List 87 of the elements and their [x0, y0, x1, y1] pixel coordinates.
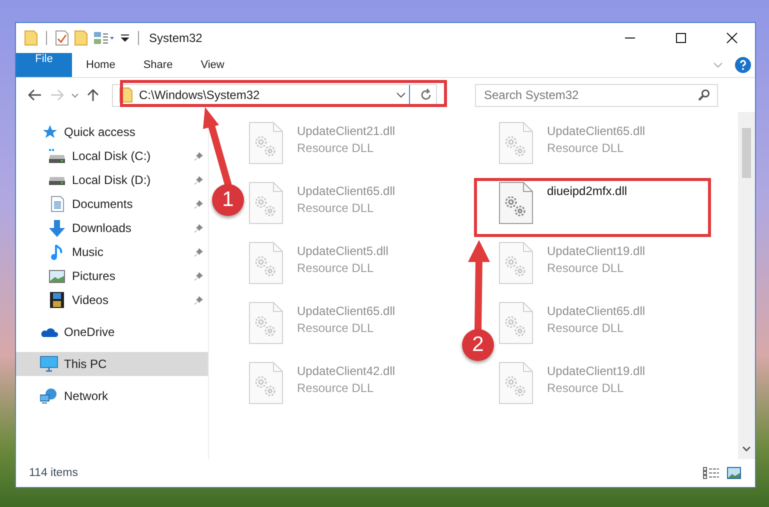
pin-icon[interactable] [194, 271, 204, 281]
dll-file-icon [249, 182, 283, 224]
file-type: Resource DLL [297, 261, 375, 275]
nav-item[interactable]: Videos [16, 288, 208, 312]
hard-drive-icon [48, 175, 66, 185]
file-menu-button[interactable]: File [16, 53, 72, 77]
search-field[interactable]: Search System32 [475, 84, 718, 106]
nav-item-label: Music [72, 245, 104, 259]
item-count: 114 items [29, 467, 78, 479]
details-view-icon[interactable] [703, 467, 719, 479]
large-icons-view-icon[interactable] [727, 467, 741, 479]
file-type: Resource DLL [547, 381, 625, 395]
nav-item[interactable]: Network [16, 384, 208, 408]
pin-icon[interactable] [194, 247, 204, 257]
file-type: Resource DLL [547, 321, 625, 335]
nav-item[interactable]: Downloads [16, 216, 208, 240]
ribbon-tab[interactable]: Share [129, 53, 187, 77]
dll-file-icon [499, 302, 533, 344]
file-name: UpdateClient19.dll [547, 244, 646, 258]
nav-item[interactable]: Local Disk (D:) [16, 168, 208, 192]
scrollbar[interactable] [738, 112, 755, 459]
pin-icon[interactable] [194, 151, 204, 161]
customize-toolbar-icon[interactable] [120, 33, 130, 43]
cloud-icon [40, 326, 58, 338]
file-name: UpdateClient5.dll [297, 244, 388, 258]
nav-item-label: Local Disk (C:) [72, 149, 151, 163]
pin-icon[interactable] [194, 295, 204, 305]
nav-item-label: Pictures [72, 269, 116, 283]
dll-file-icon [249, 362, 283, 404]
dll-file-icon [249, 242, 283, 284]
ribbon-tab[interactable]: Home [72, 53, 130, 77]
dll-file-icon [249, 302, 283, 344]
nav-item[interactable]: Music [16, 240, 208, 264]
file-item[interactable]: diueipd2mfx.dll [499, 178, 628, 232]
hard-drive-icon [48, 149, 66, 163]
window-title: System32 [149, 31, 202, 45]
nav-item[interactable]: This PC [16, 352, 208, 376]
dll-file-icon [499, 362, 533, 404]
file-type: Resource DLL [297, 201, 375, 215]
search-icon[interactable] [698, 88, 710, 100]
nav-item[interactable]: Pictures [16, 264, 208, 288]
nav-item[interactable]: Documents [16, 192, 208, 216]
file-name: UpdateClient65.dll [297, 304, 396, 318]
scrollbar-thumb[interactable] [742, 128, 751, 178]
view-options-icon[interactable] [93, 31, 115, 45]
nav-item-label: This PC [64, 357, 107, 371]
dll-file-icon [499, 122, 533, 164]
download-arrow-icon [48, 220, 66, 236]
nav-item-label: Network [64, 389, 108, 403]
file-type: Resource DLL [297, 321, 375, 335]
nav-item-label: Quick access [64, 125, 136, 139]
file-name: UpdateClient65.dll [547, 304, 646, 318]
nav-item[interactable]: OneDrive [16, 320, 208, 344]
address-bar[interactable]: C:\Windows\System32 [112, 84, 437, 106]
file-name: UpdateClient19.dll [547, 364, 646, 378]
ribbon-tab[interactable]: View [186, 53, 238, 77]
pin-icon[interactable] [194, 223, 204, 233]
nav-item-label: OneDrive [64, 325, 115, 339]
dll-file-icon [499, 182, 533, 224]
dll-file-icon [499, 242, 533, 284]
properties-icon[interactable] [55, 30, 69, 46]
picture-icon [48, 270, 66, 282]
new-folder-icon[interactable] [74, 30, 88, 46]
folder-icon[interactable] [24, 30, 38, 46]
file-type: Resource DLL [547, 261, 625, 275]
file-name: UpdateClient21.dll [297, 124, 396, 138]
address-path: C:\Windows\System32 [139, 88, 260, 102]
nav-item-label: Videos [72, 293, 108, 307]
document-icon [48, 196, 66, 212]
file-name: UpdateClient42.dll [297, 364, 396, 378]
file-name: UpdateClient65.dll [297, 184, 396, 198]
nav-item[interactable]: Quick access [16, 120, 208, 144]
monitor-icon [40, 356, 58, 372]
file-type: Resource DLL [547, 141, 625, 155]
nav-item-label: Documents [72, 197, 133, 211]
nav-item-label: Local Disk (D:) [72, 173, 151, 187]
nav-item[interactable]: Local Disk (C:) [16, 144, 208, 168]
pin-icon[interactable] [194, 199, 204, 209]
globe-monitor-icon [40, 388, 58, 404]
pin-icon[interactable] [194, 175, 204, 185]
file-type: Resource DLL [297, 381, 375, 395]
file-name: UpdateClient65.dll [547, 124, 646, 138]
dll-file-icon [249, 122, 283, 164]
file-name: diueipd2mfx.dll [547, 184, 628, 198]
film-icon [48, 292, 66, 308]
file-type: Resource DLL [297, 141, 375, 155]
nav-item-label: Downloads [72, 221, 132, 235]
